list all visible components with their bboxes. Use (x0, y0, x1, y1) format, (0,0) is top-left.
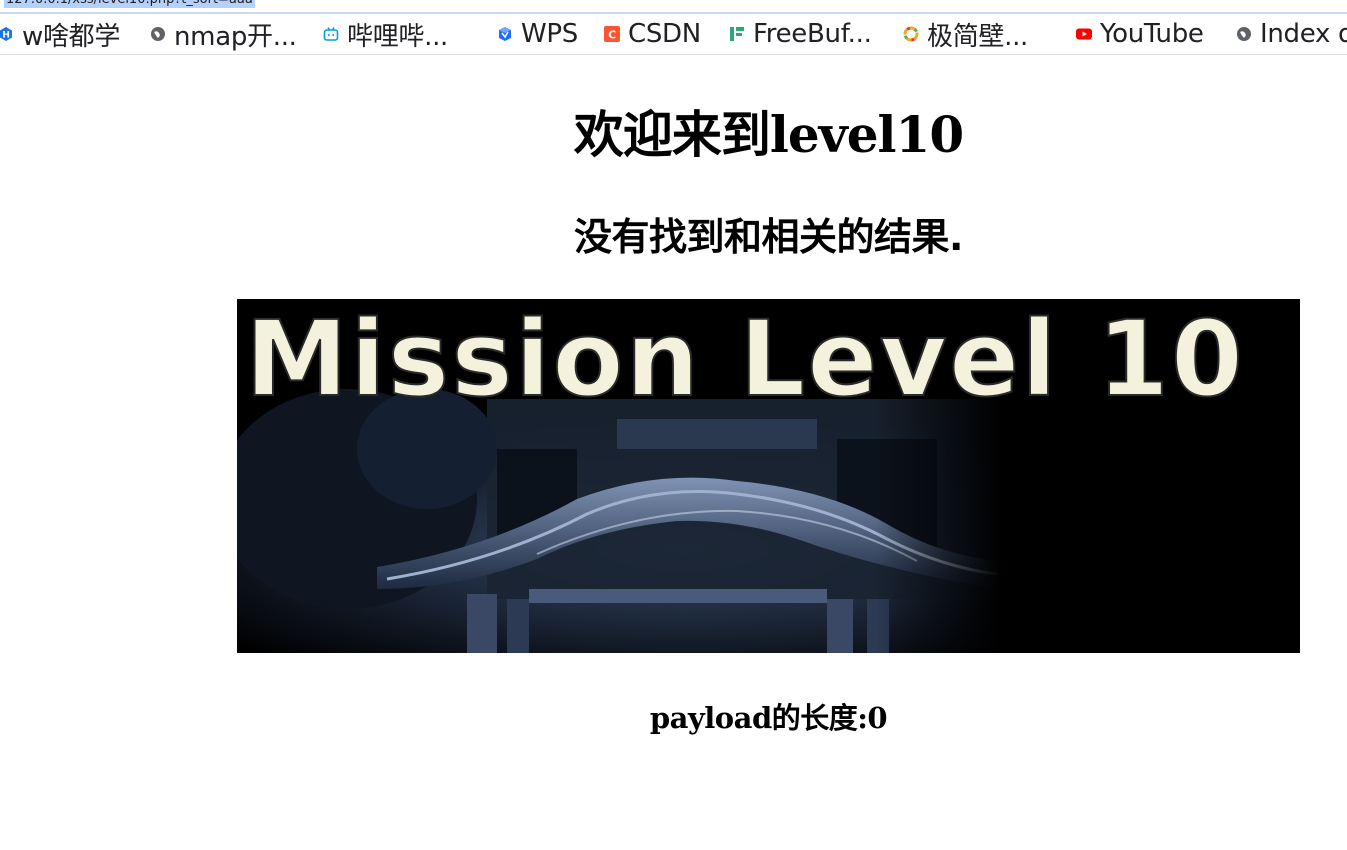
result-message: 没有找到和相关的结果. (574, 215, 963, 259)
bookmark-label: nmap开... (174, 21, 297, 52)
address-bar[interactable]: 127.0.0.1/xss/level10.php?t_sort=aaa (0, 0, 1347, 14)
bookmark-label: YouTube (1100, 19, 1204, 49)
bookmark-youtube[interactable]: YouTube (1076, 14, 1204, 54)
wps-cube-icon (497, 26, 513, 42)
bookmark-csdn[interactable]: C CSDN (604, 14, 701, 54)
payload-length: payload的长度:0 (649, 701, 888, 735)
bookmark-label: 极简壁... (927, 21, 1028, 52)
bookmark-wps[interactable]: WPS (497, 14, 578, 54)
csdn-c-icon: C (604, 26, 620, 42)
globe-icon (1236, 26, 1252, 42)
bookmark-label: FreeBuf... (753, 19, 872, 49)
bookmark-label: WPS (521, 19, 578, 49)
bookmark-nmap[interactable]: nmap开... (150, 14, 297, 54)
freebuf-bars-icon (729, 26, 745, 42)
bookmark-label: CSDN (628, 19, 701, 49)
youtube-icon (1076, 26, 1092, 42)
bookmark-jijian-bizhi[interactable]: 极简壁... (903, 14, 1028, 54)
svg-text:C: C (608, 29, 616, 42)
globe-icon (150, 26, 166, 42)
bookmark-bilibili[interactable]: 哔哩哔... (323, 14, 448, 54)
hexagon-h-icon: H (0, 26, 14, 42)
bookmark-freebuf[interactable]: FreeBuf... (729, 14, 872, 54)
bookmark-label: w啥都学 (22, 21, 121, 52)
pinwheel-icon (903, 26, 919, 42)
bookmark-label: 哔哩哔... (347, 21, 448, 52)
bookmark-index[interactable]: Index o (1236, 14, 1347, 54)
bilibili-tv-icon (323, 26, 339, 42)
svg-text:H: H (2, 31, 9, 41)
mission-level-banner: Mission Level 10 (237, 299, 1300, 653)
bookmark-w-sha-du-xue[interactable]: H w啥都学 (0, 14, 120, 54)
banner-title: Mission Level 10 (245, 299, 1245, 420)
bookmark-label: Index o (1260, 19, 1347, 49)
address-url[interactable]: 127.0.0.1/xss/level10.php?t_sort=aaa (4, 0, 255, 8)
bookmarks-bar: H w啥都学 nmap开... 哔哩哔... WPS C CSDN FreeBu… (0, 14, 1347, 55)
page-title: 欢迎来到level10 (573, 105, 964, 164)
